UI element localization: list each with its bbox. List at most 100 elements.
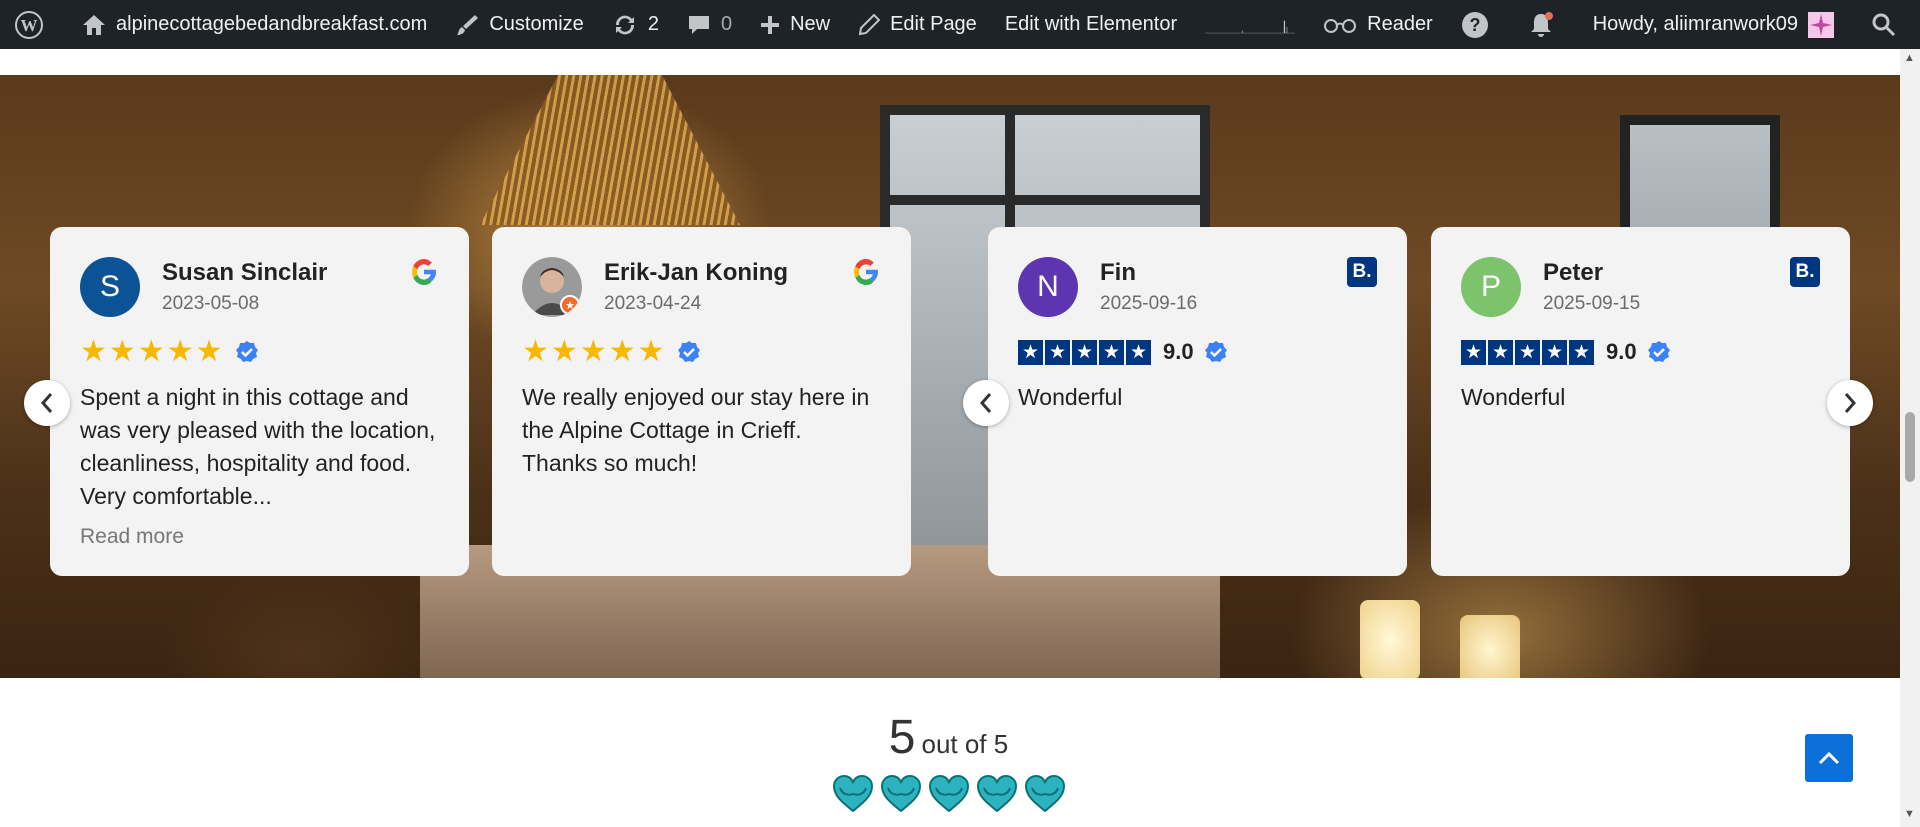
updates-icon <box>615 15 634 34</box>
comments-count: 0 <box>720 13 733 35</box>
comment-icon <box>688 15 709 34</box>
summary-score-line: 5 out of 5 <box>24 710 1873 765</box>
svg-text:?: ? <box>1469 15 1480 35</box>
edit-page-link[interactable]: Edit Page <box>844 0 991 49</box>
new-content-link[interactable]: New <box>746 0 844 49</box>
plus-icon <box>761 15 780 34</box>
home-icon <box>83 14 105 35</box>
heart-icon <box>1024 774 1066 813</box>
google-icon <box>412 259 436 285</box>
lamp-decoration <box>1460 615 1520 678</box>
scroll-to-top-button[interactable] <box>1805 734 1853 782</box>
customize-link[interactable]: Customize <box>441 0 597 49</box>
star-icon: ★ <box>522 335 549 368</box>
notifications-button[interactable] <box>1513 0 1579 49</box>
review-text: Spent a night in this cottage and was ve… <box>80 384 436 509</box>
chevron-left-icon <box>979 393 992 413</box>
review-score: 9.0 <box>1606 339 1637 364</box>
glasses-icon <box>1324 18 1357 33</box>
star-rating: ★ ★ ★ ★ ★ 9.0 <box>1461 337 1820 367</box>
admin-bar: W alpinecottagebedandbreakfast.com Custo… <box>0 0 1920 49</box>
read-more-link[interactable]: Read more <box>80 525 439 549</box>
stats-sparkline[interactable] <box>1205 10 1296 40</box>
heart-icon <box>928 774 970 813</box>
star-icon: ★ <box>608 335 636 368</box>
star-icon: ★ <box>1045 339 1070 365</box>
verified-badge-icon <box>1647 341 1670 362</box>
star-icon: ★ <box>1542 339 1567 365</box>
scrollbar-thumb[interactable] <box>1905 412 1915 482</box>
verified-badge-icon <box>235 341 258 362</box>
reader-label: Reader <box>1367 13 1433 35</box>
verified-badge-icon <box>1204 341 1227 362</box>
site-name-link[interactable]: alpinecottagebedandbreakfast.com <box>68 0 441 49</box>
booking-icon: B. <box>1347 257 1377 287</box>
booking-icon: B. <box>1790 257 1820 287</box>
site-name: alpinecottagebedandbreakfast.com <box>116 13 428 35</box>
star-icon: ★ <box>1569 339 1594 365</box>
carousel-prev-button[interactable] <box>963 380 1009 426</box>
carousel-prev-button[interactable] <box>24 380 70 426</box>
star-icon: ★ <box>1018 339 1043 365</box>
review-card: N Fin 2025-09-16 B. ★ ★ ★ ★ ★ 9.0 Wonderful <box>988 227 1407 576</box>
howdy-label: Howdy, aliimranwork09 <box>1592 13 1798 35</box>
review-text: We really enjoyed our stay here in the A… <box>522 384 870 476</box>
heart-icon <box>976 774 1018 813</box>
summary-out-of: out of 5 <box>921 729 1009 759</box>
review-date: 2025-09-16 <box>1100 293 1198 314</box>
chevron-right-icon <box>1844 393 1857 413</box>
lamp-decoration <box>1360 600 1420 678</box>
star-icon: ★ <box>1126 339 1151 365</box>
edit-elementor-label: Edit with Elementor <box>1004 13 1178 35</box>
heart-rating <box>832 774 1072 814</box>
wordpress-logo-icon[interactable]: W <box>0 0 68 49</box>
star-icon: ★ <box>80 335 107 368</box>
brush-icon <box>457 14 479 35</box>
carousel-next-button[interactable] <box>1827 380 1873 426</box>
verified-badge-icon <box>677 341 700 362</box>
updates-count: 2 <box>647 13 659 35</box>
updates-link[interactable]: 2 <box>598 0 673 49</box>
star-icon: ★ <box>1488 339 1513 365</box>
review-card: ★ Erik-Jan Koning 2023-04-24 ★ ★ ★ ★ ★ We re… <box>492 227 911 576</box>
comments-link[interactable]: 0 <box>673 0 746 49</box>
search-button[interactable] <box>1858 0 1920 49</box>
avatar: P <box>1461 257 1521 317</box>
user-avatar-icon <box>1808 11 1834 38</box>
star-rating: ★ ★ ★ ★ ★ <box>80 337 439 367</box>
review-date: 2025-09-15 <box>1543 293 1641 314</box>
star-icon: ★ <box>637 335 665 368</box>
star-icon: ★ <box>1099 339 1124 365</box>
review-text: Wonderful <box>1018 384 1123 410</box>
avatar: ★ <box>522 257 582 317</box>
star-icon: ★ <box>1461 339 1486 365</box>
summary-score: 5 <box>888 711 916 764</box>
reader-link[interactable]: Reader <box>1309 0 1447 49</box>
avatar: N <box>1018 257 1078 317</box>
scroll-down-arrow-icon[interactable]: ▼ <box>1904 808 1915 820</box>
new-label: New <box>790 13 831 35</box>
help-icon: ? <box>1461 11 1488 38</box>
star-rating: ★ ★ ★ ★ ★ <box>522 337 881 367</box>
svg-text:★: ★ <box>565 300 575 312</box>
review-date: 2023-05-08 <box>162 293 260 314</box>
rating-summary: 5 out of 5 <box>24 678 1873 827</box>
review-score: 9.0 <box>1163 339 1194 364</box>
google-icon <box>854 259 878 285</box>
search-icon <box>1872 13 1896 36</box>
star-rating: ★ ★ ★ ★ ★ 9.0 <box>1018 337 1377 367</box>
account-menu[interactable]: Howdy, aliimranwork09 <box>1579 0 1858 49</box>
star-icon: ★ <box>1515 339 1540 365</box>
bell-icon <box>1530 11 1553 37</box>
chevron-up-icon <box>1818 751 1840 765</box>
star-icon: ★ <box>108 335 136 368</box>
reviewer-name: Erik-Jan Koning <box>604 259 789 286</box>
reviewer-name: Peter <box>1543 259 1604 286</box>
star-icon: ★ <box>1072 339 1097 365</box>
scroll-up-arrow-icon[interactable]: ▲ <box>1904 52 1915 64</box>
heart-icon <box>880 774 922 813</box>
edit-elementor-link[interactable]: Edit with Elementor <box>991 0 1191 49</box>
help-button[interactable]: ? <box>1447 0 1513 49</box>
review-date: 2023-04-24 <box>604 293 702 314</box>
star-icon: ★ <box>550 335 578 368</box>
